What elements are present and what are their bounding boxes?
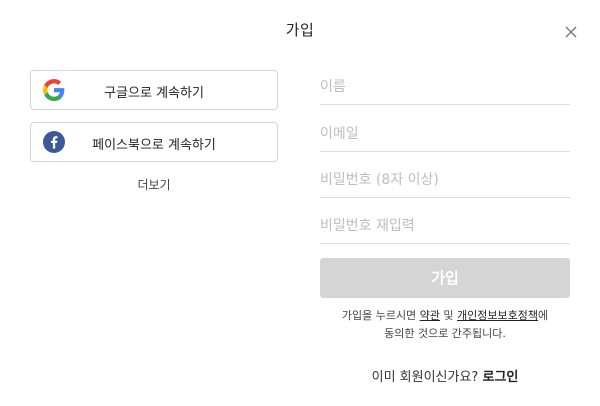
facebook-continue-label: 페이스북으로 계속하기 <box>92 138 216 153</box>
google-continue-label: 구글으로 계속하기 <box>104 86 204 101</box>
signup-dialog: 가입 구글으로 계속하기 페이스북으로 계속하기 더보기 이름 이메일 가입 가… <box>0 0 600 406</box>
close-icon <box>565 26 577 38</box>
terms-link[interactable]: 약관 <box>420 309 440 322</box>
terms-notice: 가입을 누르시면 약관 및 개인정보보호정책에 동의한 것으로 간주됩니다. <box>318 307 572 343</box>
more-options-link[interactable]: 더보기 <box>30 176 278 193</box>
password-confirm-input[interactable] <box>320 209 570 244</box>
terms-line2: 동의한 것으로 간주됩니다. <box>384 327 506 340</box>
login-question: 이미 회원이신가요? <box>371 370 483 385</box>
privacy-policy-link[interactable]: 개인정보보호정책 <box>457 309 538 322</box>
dialog-title: 가입 <box>285 21 315 39</box>
close-button[interactable] <box>564 25 578 39</box>
name-input[interactable] <box>320 70 570 105</box>
password-input[interactable] <box>320 163 570 198</box>
login-prompt: 이미 회원이신가요? 로그인 <box>320 366 570 385</box>
login-link[interactable]: 로그인 <box>482 370 518 385</box>
facebook-continue-button[interactable]: 페이스북으로 계속하기 <box>30 122 278 162</box>
google-continue-button[interactable]: 구글으로 계속하기 <box>30 70 278 110</box>
terms-prefix: 가입을 누르시면 <box>341 309 420 322</box>
terms-and: 및 <box>439 309 458 322</box>
email-input[interactable] <box>320 117 570 152</box>
signup-submit-button[interactable]: 가입 <box>320 258 570 298</box>
terms-suffix: 에 <box>538 309 549 322</box>
